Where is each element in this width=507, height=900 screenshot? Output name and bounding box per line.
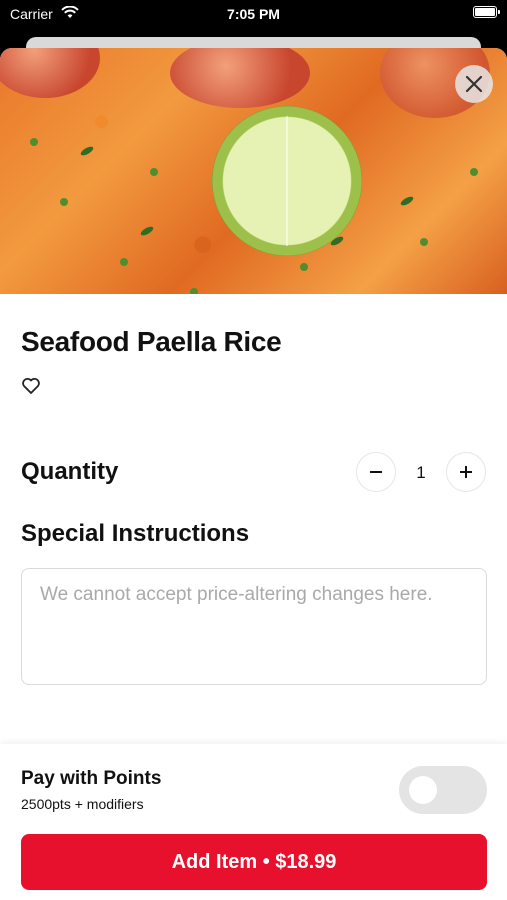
shrimp-decoration xyxy=(0,48,100,98)
clock: 7:05 PM xyxy=(227,6,280,22)
battery-icon xyxy=(473,6,500,18)
close-icon xyxy=(465,75,483,93)
special-instructions-field[interactable] xyxy=(21,568,487,685)
add-item-button[interactable]: Add Item • $18.99 xyxy=(21,834,487,890)
increase-quantity-button[interactable] xyxy=(446,452,486,492)
special-instructions-input[interactable] xyxy=(40,583,468,670)
quantity-label: Quantity xyxy=(21,458,119,485)
pay-with-points-label: Pay with Points xyxy=(21,768,162,789)
special-instructions-label: Special Instructions xyxy=(21,520,250,547)
pay-with-points-toggle[interactable] xyxy=(399,766,487,814)
lime-slice xyxy=(212,106,362,256)
herb-decoration xyxy=(399,194,415,208)
checkout-footer: Pay with Points 2500pts + modifiers Add … xyxy=(0,744,507,900)
herb-decoration xyxy=(139,224,155,238)
food-image xyxy=(0,48,507,294)
decrease-quantity-button[interactable] xyxy=(356,452,396,492)
plus-icon xyxy=(460,466,472,478)
shrimp-decoration xyxy=(170,48,310,108)
minus-icon xyxy=(370,471,382,473)
points-cost-label: 2500pts + modifiers xyxy=(21,796,144,812)
favorite-heart-icon[interactable] xyxy=(21,376,41,396)
quantity-value: 1 xyxy=(416,463,426,482)
status-bar: Carrier 7:05 PM xyxy=(0,0,507,30)
close-button[interactable] xyxy=(455,65,493,103)
herb-decoration xyxy=(79,144,95,158)
item-title: Seafood Paella Rice xyxy=(21,326,282,357)
item-sheet: Seafood Paella Rice Quantity 1 Special I… xyxy=(0,48,507,900)
toggle-knob xyxy=(409,776,437,804)
